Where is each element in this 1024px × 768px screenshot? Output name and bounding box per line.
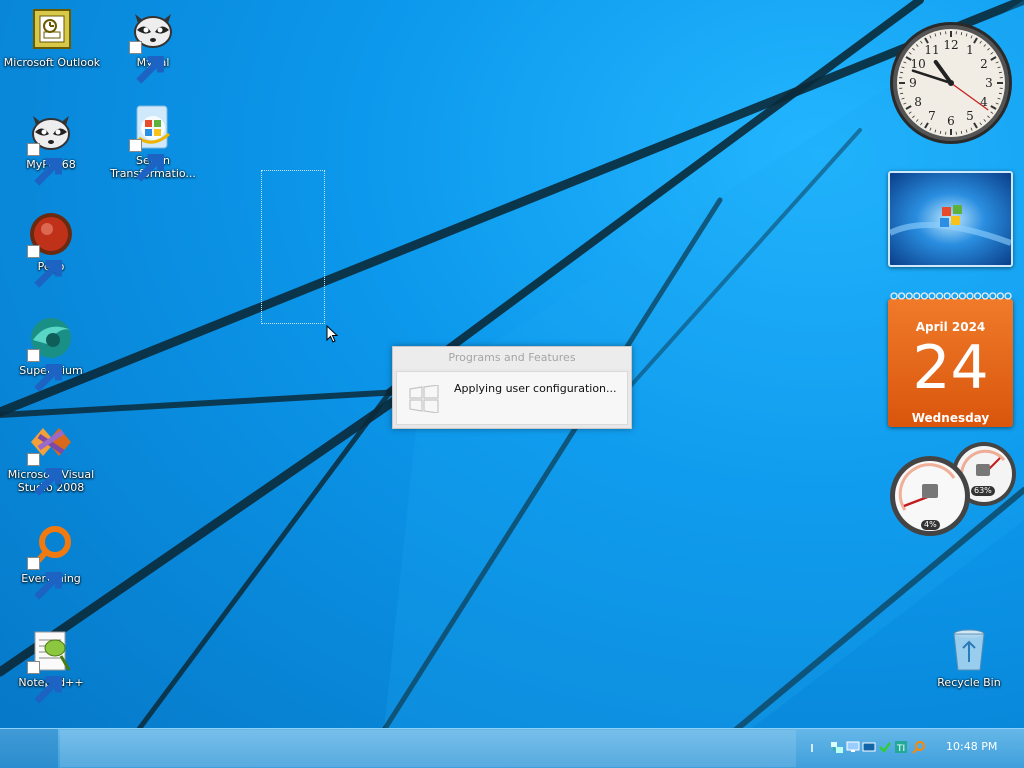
everything-search-icon bbox=[27, 522, 75, 600]
clock-numeral: 6 bbox=[947, 114, 955, 128]
desktop-icon-notepad-plus-plus[interactable]: Notepad++ bbox=[1, 626, 101, 704]
calendar-ring bbox=[928, 292, 936, 300]
taskbar-task-area[interactable] bbox=[60, 730, 796, 767]
desktop-icon-mypal[interactable]: Mypal bbox=[103, 6, 203, 84]
calendar-ring bbox=[920, 292, 929, 300]
clock-numeral: 3 bbox=[985, 76, 993, 90]
shortcut-arrow-icon bbox=[27, 557, 63, 600]
visual-studio-icon bbox=[27, 418, 75, 496]
tray-overflow-icon[interactable] bbox=[808, 740, 822, 754]
dialog-title: Programs and Features bbox=[393, 347, 631, 369]
calendar-ring bbox=[1004, 292, 1012, 300]
clock-numeral: 5 bbox=[966, 109, 974, 123]
calendar-ring bbox=[966, 292, 974, 300]
security-check-icon[interactable] bbox=[878, 740, 892, 754]
calendar-ring bbox=[989, 292, 997, 300]
shortcut-arrow-icon bbox=[27, 661, 63, 704]
clock-numeral: 7 bbox=[928, 109, 936, 123]
calendar-page: April 2024 24 Wednesday bbox=[888, 299, 1013, 427]
mypal-raccoon-icon bbox=[129, 6, 177, 84]
outlook-icon bbox=[28, 6, 76, 54]
shortcut-arrow-icon bbox=[27, 143, 63, 186]
clock-gadget[interactable]: 12 1234567891011 bbox=[888, 20, 1014, 146]
clock-numeral: 12 bbox=[943, 38, 958, 52]
calendar-ring bbox=[981, 292, 989, 300]
calendar-day: 24 bbox=[912, 333, 989, 403]
windows7-wallpaper-thumbnail bbox=[890, 173, 1011, 265]
clock-numeral: 10 bbox=[910, 57, 925, 71]
calendar-ring bbox=[951, 292, 959, 300]
monitor-icon[interactable] bbox=[862, 740, 876, 754]
desktop-icon-pego[interactable]: Pego bbox=[1, 210, 101, 288]
supermium-icon bbox=[27, 314, 75, 392]
memory-usage-label: 63% bbox=[971, 486, 995, 496]
shortcut-arrow-icon bbox=[129, 41, 165, 84]
start-button[interactable] bbox=[0, 729, 58, 768]
clock-numeral: 8 bbox=[914, 95, 922, 109]
shortcut-arrow-icon bbox=[129, 139, 165, 182]
calendar-ring bbox=[935, 292, 944, 300]
svg-text:TI: TI bbox=[896, 744, 905, 754]
desktop-icon-outlook[interactable]: Microsoft Outlook bbox=[2, 6, 102, 69]
dialog-message: Applying user configuration... bbox=[454, 382, 617, 395]
selection-rectangle bbox=[261, 170, 325, 324]
clock-numeral: 2 bbox=[980, 57, 988, 71]
calendar-ring bbox=[897, 292, 906, 300]
calendar-ring bbox=[973, 292, 982, 300]
slideshow-gadget[interactable] bbox=[888, 171, 1013, 267]
notepad-plus-plus-icon bbox=[27, 626, 75, 704]
programs-and-features-dialog[interactable]: Programs and Features Applying user conf… bbox=[392, 346, 632, 429]
windows-logo-icon bbox=[409, 385, 439, 413]
desktop[interactable]: Microsoft Outlook Mypal MyPal 68 Seven T… bbox=[0, 0, 1024, 768]
display-icon[interactable] bbox=[846, 740, 860, 754]
calendar-ring bbox=[996, 292, 1005, 300]
shortcut-arrow-icon bbox=[27, 349, 63, 392]
desktop-icon-seven-transformation[interactable]: Seven Transformatio... bbox=[103, 104, 203, 182]
desktop-icon-label: Microsoft Outlook bbox=[3, 56, 101, 69]
clock-numeral: 11 bbox=[924, 43, 939, 57]
calendar-ring bbox=[943, 292, 951, 300]
calendar-rings bbox=[890, 292, 1012, 300]
cpu-usage-label: 4% bbox=[921, 520, 940, 530]
mouse-cursor-icon bbox=[326, 325, 338, 343]
network-icon[interactable] bbox=[830, 740, 844, 754]
taskbar[interactable]: TI 10:48 PM bbox=[0, 728, 1024, 768]
calendar-month: April 2024 bbox=[915, 320, 986, 334]
dialog-body: Applying user configuration... bbox=[396, 371, 628, 425]
calendar-weekday: Wednesday bbox=[911, 411, 990, 425]
clock-numeral: 1 bbox=[966, 43, 974, 57]
desktop-icon-visual-studio[interactable]: Microsoft Visual Studio 2008 bbox=[1, 418, 101, 496]
calendar-ring bbox=[890, 292, 898, 300]
recycle-bin-icon bbox=[945, 626, 993, 674]
clock-numeral: 9 bbox=[909, 76, 917, 90]
pego-icon bbox=[27, 210, 75, 288]
search-icon[interactable] bbox=[912, 740, 926, 754]
desktop-icon-everything[interactable]: Everything bbox=[1, 522, 101, 600]
calendar-ring bbox=[913, 292, 921, 300]
desktop-icon-mypal68[interactable]: MyPal 68 bbox=[1, 108, 101, 186]
desktop-icon-supermium[interactable]: Supermium bbox=[1, 314, 101, 392]
taskbar-clock[interactable]: 10:48 PM bbox=[946, 740, 997, 753]
desktop-icon-recycle-bin[interactable]: Recycle Bin bbox=[919, 626, 1019, 689]
calendar-ring bbox=[958, 292, 967, 300]
shortcut-arrow-icon bbox=[27, 453, 63, 496]
show-desktop-button[interactable] bbox=[1012, 729, 1024, 768]
shortcut-arrow-icon bbox=[27, 245, 63, 288]
ti-app-icon[interactable]: TI bbox=[894, 740, 908, 754]
desktop-icon-label: Recycle Bin bbox=[937, 676, 1001, 689]
calendar-gadget[interactable]: April 2024 24 Wednesday bbox=[888, 290, 1013, 427]
mypal-raccoon-icon bbox=[27, 108, 75, 186]
cpu-meter-gadget[interactable]: 4% 63% bbox=[888, 440, 1018, 540]
seven-transformation-icon bbox=[129, 104, 177, 182]
calendar-ring bbox=[905, 292, 913, 300]
